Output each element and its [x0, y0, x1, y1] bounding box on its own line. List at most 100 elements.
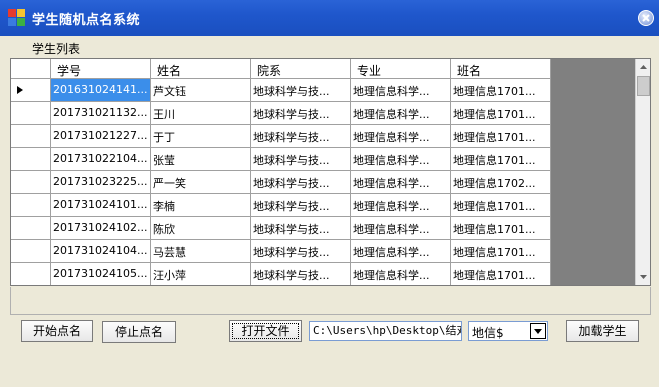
cell-text: 地理信息科学... — [353, 200, 430, 213]
cell-text: 芦文钰 — [153, 85, 186, 98]
load-students-button[interactable]: 加载学生 — [566, 320, 639, 342]
table-cell[interactable]: 201731023225... — [51, 171, 151, 194]
row-header[interactable] — [11, 125, 51, 148]
table-cell[interactable]: 地理信息1701... — [451, 125, 551, 148]
student-grid[interactable]: 学号 姓名 院系 专业 班名 201631024141... 芦文钰 地球科学与技... 地理信… — [10, 58, 651, 286]
row-header[interactable] — [11, 79, 51, 102]
table-cell[interactable]: 陈欣 — [151, 217, 251, 240]
cell-text: 201731022104... — [53, 152, 148, 165]
column-header-label: 姓名 — [157, 64, 182, 78]
scroll-thumb[interactable] — [637, 76, 650, 96]
table-cell[interactable]: 地球科学与技... — [251, 171, 351, 194]
file-path-field[interactable]: C:\Users\hp\Desktop\结对编 — [309, 321, 462, 341]
table-cell[interactable]: 地理信息科学... — [351, 194, 451, 217]
close-icon[interactable] — [638, 10, 654, 26]
table-cell[interactable]: 201731021132... — [51, 102, 151, 125]
row-header[interactable] — [11, 171, 51, 194]
grid-corner-header[interactable] — [11, 59, 51, 79]
table-cell[interactable]: 地理信息科学... — [351, 102, 451, 125]
current-row-arrow-icon — [17, 86, 23, 94]
column-header[interactable]: 姓名 — [151, 59, 251, 79]
app-window: 学生随机点名系统 学生列表 学号 姓名 院系 专业 班名 201631024141... 芦… — [0, 0, 659, 387]
table-cell[interactable]: 马芸慧 — [151, 240, 251, 263]
table-cell[interactable]: 汪小萍 — [151, 263, 251, 285]
table-cell[interactable]: 201731022104... — [51, 148, 151, 171]
table-cell[interactable]: 地球科学与技... — [251, 102, 351, 125]
open-file-button[interactable]: 打开文件 — [229, 320, 302, 342]
stop-roll-call-button[interactable]: 停止点名 — [102, 321, 176, 343]
table-cell[interactable]: 王川 — [151, 102, 251, 125]
table-cell[interactable]: 地球科学与技... — [251, 125, 351, 148]
table-cell[interactable]: 201731024101... — [51, 194, 151, 217]
cell-text: 马芸慧 — [153, 246, 186, 259]
table-cell[interactable]: 地理信息1701... — [451, 194, 551, 217]
cell-text: 201631024141... — [53, 83, 148, 96]
cell-text: 地理信息科学... — [353, 269, 430, 282]
table-cell[interactable]: 地理信息科学... — [351, 240, 451, 263]
cell-text: 地理信息1701... — [453, 108, 536, 121]
scroll-up-icon[interactable] — [636, 60, 650, 75]
table-cell[interactable]: 地理信息科学... — [351, 171, 451, 194]
table-cell[interactable]: 地理信息科学... — [351, 217, 451, 240]
cell-text: 地理信息科学... — [353, 154, 430, 167]
table-cell[interactable]: 201731024102... — [51, 217, 151, 240]
table-cell[interactable]: 地球科学与技... — [251, 263, 351, 285]
table-cell[interactable]: 地球科学与技... — [251, 148, 351, 171]
table-cell[interactable]: 地理信息1701... — [451, 79, 551, 102]
table-cell[interactable]: 地球科学与技... — [251, 79, 351, 102]
table-cell[interactable]: 地理信息1701... — [451, 217, 551, 240]
cell-text: 地理信息1701... — [453, 85, 536, 98]
cell-text: 201731023225... — [53, 175, 148, 188]
column-header[interactable]: 班名 — [451, 59, 551, 79]
sheet-select[interactable]: 地信$ — [468, 321, 548, 341]
app-icon — [8, 9, 26, 27]
table-cell[interactable]: 201731024104... — [51, 240, 151, 263]
table-cell[interactable]: 201631024141... — [51, 79, 151, 102]
table-cell[interactable]: 地球科学与技... — [251, 217, 351, 240]
table-cell[interactable]: 李楠 — [151, 194, 251, 217]
table-cell[interactable]: 201731021227... — [51, 125, 151, 148]
row-header[interactable] — [11, 194, 51, 217]
column-header[interactable]: 院系 — [251, 59, 351, 79]
cell-text: 201731024104... — [53, 244, 148, 257]
student-list-label: 学生列表 — [32, 42, 81, 56]
table-cell[interactable]: 地理信息1701... — [451, 263, 551, 285]
cell-text: 地球科学与技... — [253, 85, 330, 98]
cell-text: 李楠 — [153, 200, 175, 213]
table-cell[interactable]: 地理信息1701... — [451, 148, 551, 171]
column-header-label: 专业 — [357, 64, 382, 78]
table-cell[interactable]: 地球科学与技... — [251, 240, 351, 263]
column-header[interactable]: 专业 — [351, 59, 451, 79]
row-header[interactable] — [11, 263, 51, 285]
row-header[interactable] — [11, 217, 51, 240]
table-cell[interactable]: 地理信息科学... — [351, 148, 451, 171]
row-header[interactable] — [11, 102, 51, 125]
table-cell[interactable]: 地理信息科学... — [351, 125, 451, 148]
table-cell[interactable]: 于丁 — [151, 125, 251, 148]
cell-text: 地球科学与技... — [253, 200, 330, 213]
start-roll-call-button[interactable]: 开始点名 — [21, 320, 93, 342]
table-cell[interactable]: 地球科学与技... — [251, 194, 351, 217]
table-cell[interactable]: 地理信息1702... — [451, 171, 551, 194]
table-cell[interactable]: 严一笑 — [151, 171, 251, 194]
cell-text: 地理信息科学... — [353, 131, 430, 144]
table-cell[interactable]: 地理信息1701... — [451, 102, 551, 125]
table-cell[interactable]: 地理信息1701... — [451, 240, 551, 263]
sheet-select-value: 地信$ — [472, 326, 504, 340]
cell-text: 于丁 — [153, 131, 175, 144]
table-cell[interactable]: 张莹 — [151, 148, 251, 171]
chevron-down-icon[interactable] — [530, 323, 546, 339]
table-cell[interactable]: 芦文钰 — [151, 79, 251, 102]
table-cell[interactable]: 地理信息科学... — [351, 79, 451, 102]
scroll-down-icon[interactable] — [636, 269, 650, 284]
cell-text: 地理信息1702... — [453, 177, 536, 190]
title-bar[interactable]: 学生随机点名系统 — [0, 0, 659, 36]
column-header[interactable]: 学号 — [51, 59, 151, 79]
row-header[interactable] — [11, 148, 51, 171]
row-header[interactable] — [11, 240, 51, 263]
table-cell[interactable]: 地理信息科学... — [351, 263, 451, 285]
vertical-scrollbar[interactable] — [635, 59, 650, 285]
table-cell[interactable]: 201731024105... — [51, 263, 151, 285]
cell-text: 地理信息科学... — [353, 246, 430, 259]
cell-text: 地理信息1701... — [453, 154, 536, 167]
